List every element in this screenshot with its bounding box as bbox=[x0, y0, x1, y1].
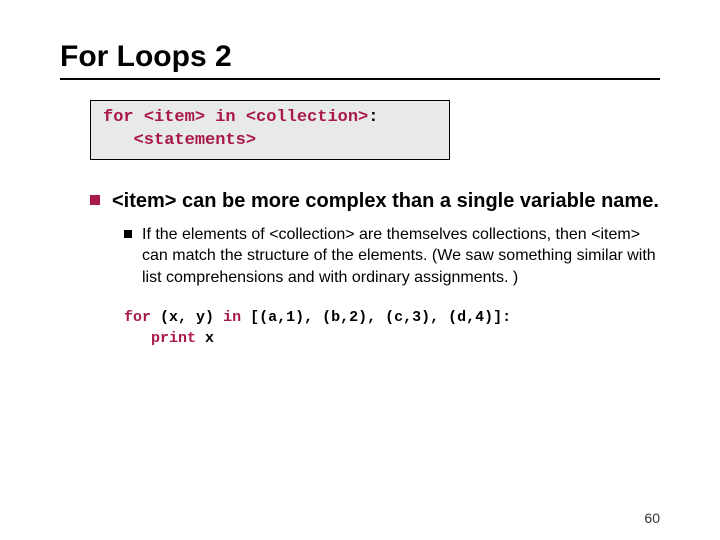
page-number: 60 bbox=[644, 510, 660, 526]
sub-bullet-text: If the elements of <collection> are them… bbox=[142, 224, 660, 289]
ph-statements: <statements> bbox=[134, 131, 256, 150]
kw-in: in bbox=[215, 108, 235, 127]
sub-bullet-icon bbox=[124, 230, 132, 238]
sb-c2: <item> bbox=[591, 226, 640, 243]
bullet-icon bbox=[90, 195, 100, 205]
sb-p2: are themselves collections, then bbox=[355, 226, 592, 243]
title-underline bbox=[60, 78, 660, 80]
slide-title: For Loops 2 bbox=[60, 40, 660, 74]
colon: : bbox=[368, 108, 378, 127]
main-bullet: <item> can be more complex than a single… bbox=[90, 188, 660, 214]
syntax-box: for <item> in <collection>: <statements> bbox=[90, 100, 450, 160]
ex-for: for bbox=[124, 309, 151, 326]
ph-collection: <collection> bbox=[246, 108, 368, 127]
ex-tuple: (x, y) bbox=[160, 309, 214, 326]
sb-p3: can match the structure of the elements.… bbox=[142, 247, 656, 286]
sb-p1: If the elements of bbox=[142, 226, 269, 243]
ex-list: [(a,1), (b,2), (c,3), (d,4)]: bbox=[250, 309, 511, 326]
item-code: <item> bbox=[112, 190, 176, 212]
ex-print: print bbox=[151, 330, 196, 347]
ph-item: <item> bbox=[144, 108, 205, 127]
ex-print-arg: x bbox=[205, 330, 214, 347]
kw-for: for bbox=[103, 108, 134, 127]
main-bullet-rest: can be more complex than a single variab… bbox=[176, 190, 658, 212]
sub-bullet: If the elements of <collection> are them… bbox=[124, 224, 660, 289]
ex-in: in bbox=[223, 309, 241, 326]
example-code: for (x, y) in [(a,1), (b,2), (c,3), (d,4… bbox=[124, 307, 660, 349]
sb-c1: <collection> bbox=[269, 226, 354, 243]
main-bullet-text: <item> can be more complex than a single… bbox=[112, 188, 659, 214]
